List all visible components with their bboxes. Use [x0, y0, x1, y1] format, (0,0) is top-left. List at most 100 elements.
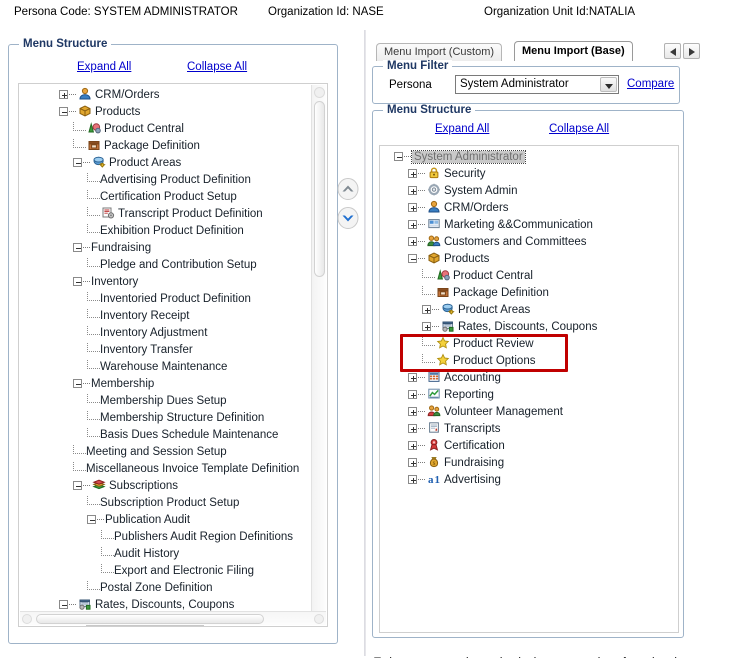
tree-item[interactable]: Audit History	[23, 546, 309, 563]
collapse-toggle-icon[interactable]	[73, 243, 82, 253]
collapse-toggle-icon[interactable]	[87, 515, 96, 525]
collapse-toggle-icon[interactable]	[73, 481, 82, 491]
tree-item[interactable]: Marketing &&Communication	[384, 217, 674, 234]
expand-toggle-icon[interactable]	[422, 322, 431, 332]
triangle-left-icon	[670, 48, 676, 56]
tree-item[interactable]: Meeting and Session Setup	[23, 444, 309, 461]
left-hscroll-left-button[interactable]	[22, 614, 32, 624]
expand-toggle-icon[interactable]	[408, 475, 417, 485]
left-collapse-all-link[interactable]: Collapse All	[187, 61, 247, 73]
collapse-toggle-icon[interactable]	[73, 158, 82, 168]
left-menu-tree[interactable]: CRM/Orders Products Product Central Package…	[18, 83, 328, 627]
tree-item[interactable]: Inventoried Product Definition	[23, 291, 309, 308]
expand-toggle-icon[interactable]	[422, 305, 431, 315]
tree-item[interactable]: Exhibition Product Definition	[23, 223, 309, 240]
expand-toggle-icon[interactable]	[408, 424, 417, 434]
compare-link[interactable]: Compare	[627, 78, 674, 90]
left-hscroll-thumb[interactable]	[36, 614, 264, 624]
left-scroll-up-button[interactable]	[314, 87, 325, 98]
tree-item[interactable]: Miscellaneous Invoice Template Definitio…	[23, 461, 309, 478]
tree-item[interactable]: Membership	[23, 376, 309, 393]
transcripts-icon	[427, 421, 441, 434]
expand-toggle-icon[interactable]	[408, 203, 417, 213]
expand-toggle-icon[interactable]	[408, 373, 417, 383]
tree-item[interactable]: Membership Dues Setup	[23, 393, 309, 410]
right-expand-all-link[interactable]: Expand All	[435, 123, 489, 135]
right-menu-tree[interactable]: System Administrator Security System Admin…	[379, 145, 679, 633]
tree-item[interactable]: Basis Dues Schedule Maintenance	[23, 427, 309, 444]
tree-item[interactable]: Inventory Adjustment	[23, 325, 309, 342]
persona-select[interactable]: System Administrator	[455, 75, 619, 94]
expand-toggle-icon[interactable]	[408, 441, 417, 451]
tree-item[interactable]: Pledge and Contribution Setup	[23, 257, 309, 274]
tree-item[interactable]: Postal Zone Definition	[23, 580, 309, 597]
expand-toggle-icon[interactable]	[408, 220, 417, 230]
expand-toggle-icon[interactable]	[408, 237, 417, 247]
left-tree-vertical-scrollbar[interactable]	[311, 85, 326, 625]
tree-item[interactable]: Volunteer Management	[384, 404, 674, 421]
tree-item[interactable]: Reporting	[384, 387, 674, 404]
left-tree-horizontal-scrollbar[interactable]	[20, 611, 326, 625]
tab-menu-import-custom[interactable]: Menu Import (Custom)	[376, 43, 503, 61]
tree-item-label: Advertising	[444, 474, 501, 486]
tree-item[interactable]: Product Review	[384, 336, 674, 353]
expand-toggle-icon[interactable]	[59, 90, 68, 100]
tree-item[interactable]: CRM/Orders	[23, 87, 309, 104]
tree-item[interactable]: Fundraising	[23, 240, 309, 257]
tree-item[interactable]: a 1 Advertising	[384, 472, 674, 489]
tree-item[interactable]: Certification Product Setup	[23, 189, 309, 206]
tree-item[interactable]: Export and Electronic Filing	[23, 563, 309, 580]
tree-item[interactable]: Subscription Product Setup	[23, 495, 309, 512]
tree-item[interactable]: Accounting	[384, 370, 674, 387]
expand-toggle-icon[interactable]	[408, 186, 417, 196]
tree-item[interactable]: CRM/Orders	[384, 200, 674, 217]
tree-item[interactable]: Package Definition	[23, 138, 309, 155]
tree-item[interactable]: System Administrator	[384, 149, 674, 166]
tab-scroll-left-button[interactable]	[664, 43, 681, 59]
tree-item[interactable]: Product Areas	[23, 155, 309, 172]
tree-item[interactable]: System Admin	[384, 183, 674, 200]
collapse-toggle-icon[interactable]	[59, 107, 68, 117]
move-up-button[interactable]	[337, 178, 359, 200]
tree-item[interactable]: Publishers Audit Region Definitions	[23, 529, 309, 546]
collapse-toggle-icon[interactable]	[73, 277, 82, 287]
tree-item[interactable]: Certification	[384, 438, 674, 455]
tree-item[interactable]: Product Options	[384, 353, 674, 370]
tree-item[interactable]: Security	[384, 166, 674, 183]
tree-item[interactable]: Membership Structure Definition	[23, 410, 309, 427]
tree-item[interactable]: Advertising Product Definition	[23, 172, 309, 189]
left-hscroll-right-button[interactable]	[314, 614, 324, 624]
collapse-toggle-icon[interactable]	[59, 600, 68, 610]
tree-item[interactable]: Subscriptions	[23, 478, 309, 495]
move-down-button[interactable]	[337, 207, 359, 229]
expand-toggle-icon[interactable]	[408, 458, 417, 468]
collapse-toggle-icon[interactable]	[408, 254, 417, 264]
tree-item[interactable]: Inventory	[23, 274, 309, 291]
tree-item[interactable]: Products	[384, 251, 674, 268]
tree-item[interactable]: Inventory Receipt	[23, 308, 309, 325]
tree-item[interactable]: Product Central	[23, 121, 309, 138]
tree-item[interactable]: Transcripts	[384, 421, 674, 438]
tree-item[interactable]: Rates, Discounts, Coupons	[384, 319, 674, 336]
chevron-down-icon[interactable]	[600, 77, 617, 92]
tab-menu-import-base[interactable]: Menu Import (Base)	[514, 41, 633, 61]
expand-toggle-icon[interactable]	[408, 407, 417, 417]
right-collapse-all-link[interactable]: Collapse All	[549, 123, 609, 135]
tree-item[interactable]: Transcript Product Definition	[23, 206, 309, 223]
tree-item[interactable]: Product Central	[384, 268, 674, 285]
tree-item[interactable]: Package Definition	[384, 285, 674, 302]
collapse-toggle-icon[interactable]	[73, 379, 82, 389]
tree-item[interactable]: Customers and Committees	[384, 234, 674, 251]
expand-toggle-icon[interactable]	[408, 169, 417, 179]
tree-item[interactable]: Product Areas	[384, 302, 674, 319]
tree-item[interactable]: Publication Audit	[23, 512, 309, 529]
tree-item[interactable]: Products	[23, 104, 309, 121]
collapse-toggle-icon[interactable]	[394, 152, 403, 162]
left-scroll-thumb[interactable]	[314, 101, 325, 277]
tree-item[interactable]: Warehouse Maintenance	[23, 359, 309, 376]
left-expand-all-link[interactable]: Expand All	[77, 61, 131, 73]
tab-scroll-right-button[interactable]	[683, 43, 700, 59]
tree-item[interactable]: $ Fundraising	[384, 455, 674, 472]
expand-toggle-icon[interactable]	[408, 390, 417, 400]
tree-item[interactable]: Inventory Transfer	[23, 342, 309, 359]
